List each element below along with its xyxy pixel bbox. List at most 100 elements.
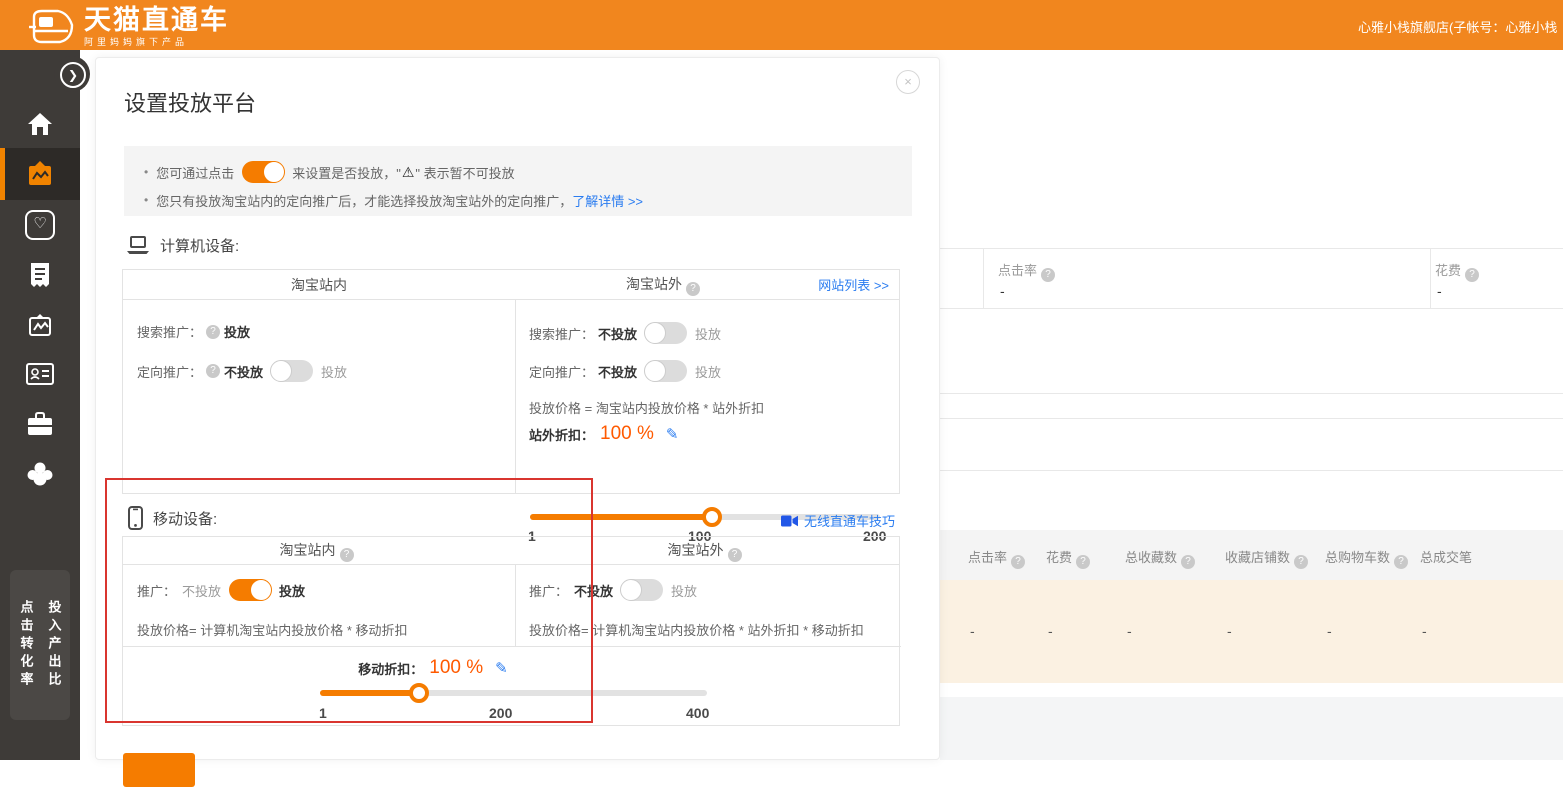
- metric-value-cost: -: [1437, 283, 1442, 299]
- tips-box: 您可通过点击 来设置是否投放，"⚠" 表示暂不可投放 您只有投放淘宝站内的定向推…: [124, 146, 912, 216]
- divider: [940, 248, 1563, 249]
- cell-value: -: [1327, 623, 1332, 639]
- train-icon: [28, 9, 74, 45]
- col-header-ctr: 点击率: [968, 547, 1029, 569]
- slider-max-label: 400: [686, 705, 709, 721]
- col-header-cost: 花费: [1046, 547, 1094, 569]
- divider: [940, 393, 1563, 394]
- learn-more-link[interactable]: 了解详情 >>: [572, 191, 643, 210]
- wireless-tips-link-row: 无线直通车技巧: [781, 511, 895, 530]
- metric-label-cost: 花费: [1435, 260, 1483, 282]
- divider: [940, 308, 1563, 309]
- sidebar-item-community[interactable]: [0, 452, 80, 496]
- report-table-row: [940, 580, 1563, 683]
- tip-line-1: 您可通过点击 来设置是否投放，"⚠" 表示暂不可投放: [144, 159, 515, 185]
- cell-value: -: [1048, 623, 1053, 639]
- pc-outside-search-row: 搜索推广： 不投放 投放: [529, 322, 721, 344]
- sidebar-item-tools[interactable]: [0, 402, 80, 446]
- col-taobao-outside: 淘宝站外: [515, 274, 815, 296]
- save-button[interactable]: [123, 753, 195, 787]
- expand-sidebar-icon[interactable]: [60, 62, 86, 88]
- computer-section-title: 计算机设备:: [126, 235, 239, 256]
- picture-icon: [27, 313, 53, 337]
- close-icon[interactable]: [896, 70, 920, 94]
- help-icon[interactable]: [206, 364, 220, 378]
- briefcase-icon: [27, 412, 53, 436]
- video-icon: [781, 515, 798, 527]
- logo-subtitle: 阿里妈妈旗下产品: [84, 35, 229, 48]
- background-report-page: 点击率 - 花费 - 点击率 花费 总收藏数 收藏店铺数 总购物车数 总成交笔 …: [940, 50, 1563, 760]
- laptop-icon: [126, 236, 150, 255]
- bullet-icon: [144, 193, 148, 207]
- cell-value: -: [1422, 623, 1427, 639]
- col-header-deals: 总成交笔: [1420, 547, 1472, 566]
- example-toggle: [242, 161, 284, 183]
- modal-title: 设置投放平台: [124, 86, 256, 118]
- wireless-tips-link[interactable]: 无线直通车技巧: [804, 511, 895, 530]
- tip-line-2: 您只有投放淘宝站内的定向推广后，才能选择投放淘宝站外的定向推广， 了解详情 >>: [144, 190, 643, 210]
- pc-outside-target-row: 定向推广： 不投放 投放: [529, 360, 721, 382]
- help-icon[interactable]: [1076, 555, 1090, 569]
- logo[interactable]: 天猫直通车 阿里妈妈旗下产品: [28, 6, 229, 48]
- computer-table-header: 淘宝站内 淘宝站外 网站列表 >>: [123, 270, 899, 300]
- help-icon[interactable]: [1394, 555, 1408, 569]
- home-icon: [27, 112, 53, 136]
- cell-value: -: [970, 623, 975, 639]
- cell-value: -: [1227, 623, 1232, 639]
- help-icon[interactable]: [728, 548, 742, 562]
- slider-thumb[interactable]: [702, 507, 722, 527]
- sidebar-metrics-panel[interactable]: 点击转化率 投入产出比: [10, 570, 70, 720]
- col-header-favs: 总收藏数: [1125, 547, 1199, 569]
- sidebar-item-home[interactable]: [0, 102, 80, 146]
- col-header-carts: 总购物车数: [1325, 547, 1412, 569]
- top-bar: 天猫直通车 阿里妈妈旗下产品 心雅小栈旗舰店(子帐号：心雅小栈: [0, 0, 1563, 50]
- sidebar-item-creative[interactable]: [0, 303, 80, 347]
- account-name[interactable]: 心雅小栈旗舰店(子帐号：心雅小栈: [1358, 17, 1563, 36]
- help-icon[interactable]: [206, 325, 220, 339]
- help-icon[interactable]: [1465, 268, 1479, 282]
- campaign-icon: [26, 161, 54, 187]
- pc-outside-formula: 投放价格 = 淘宝站内投放价格 * 站外折扣: [529, 398, 764, 417]
- divider: [940, 418, 1563, 419]
- metric-roi-label: 投入产出比: [45, 600, 64, 690]
- bird-icon: [26, 461, 54, 487]
- campaign-icon-wrap: [0, 152, 80, 196]
- edit-icon[interactable]: [666, 425, 679, 443]
- sidebar-item-campaign-active[interactable]: [0, 148, 80, 200]
- divider: [940, 470, 1563, 471]
- pc-outside-search-toggle[interactable]: [645, 322, 687, 344]
- metric-label-ctr: 点击率: [998, 260, 1059, 282]
- sidebar-item-favorites[interactable]: [0, 203, 80, 247]
- divider: [983, 248, 984, 308]
- outside-discount-value: 100 %: [600, 423, 654, 445]
- help-icon[interactable]: [686, 282, 700, 296]
- col-taobao-inside: 淘宝站内: [123, 275, 515, 295]
- mobile-outside-promo-toggle[interactable]: [621, 579, 663, 601]
- receipt-icon: [28, 262, 52, 288]
- metric-value-ctr: -: [1000, 283, 1005, 299]
- left-sidebar: 点击转化率 投入产出比: [0, 50, 80, 760]
- id-card-icon: [26, 363, 54, 385]
- pc-inside-search-row: 搜索推广： 投放: [137, 322, 250, 341]
- bullet-icon: [144, 165, 148, 179]
- cell-value: -: [1127, 623, 1132, 639]
- divider: [515, 300, 516, 494]
- help-icon[interactable]: [1041, 268, 1055, 282]
- sidebar-item-report[interactable]: [0, 253, 80, 297]
- col-header-shop-favs: 收藏店铺数: [1225, 547, 1312, 569]
- help-icon[interactable]: [1181, 555, 1195, 569]
- site-list-link[interactable]: 网站列表 >>: [818, 275, 889, 294]
- help-icon[interactable]: [1294, 555, 1308, 569]
- annotation-rectangle: [105, 478, 593, 723]
- help-icon[interactable]: [1011, 555, 1025, 569]
- pc-outside-discount-row: 站外折扣： 100 %: [529, 423, 678, 445]
- heart-icon: [25, 210, 55, 240]
- sidebar-item-account-card[interactable]: [0, 352, 80, 396]
- divider: [1430, 248, 1431, 308]
- pc-inside-target-toggle[interactable]: [271, 360, 313, 382]
- pc-outside-target-toggle[interactable]: [645, 360, 687, 382]
- logo-title: 天猫直通车: [84, 6, 229, 34]
- pc-inside-target-row: 定向推广： 不投放 投放: [137, 360, 347, 382]
- warning-icon: ⚠: [402, 164, 415, 181]
- metric-ctr-label: 点击转化率: [17, 600, 36, 690]
